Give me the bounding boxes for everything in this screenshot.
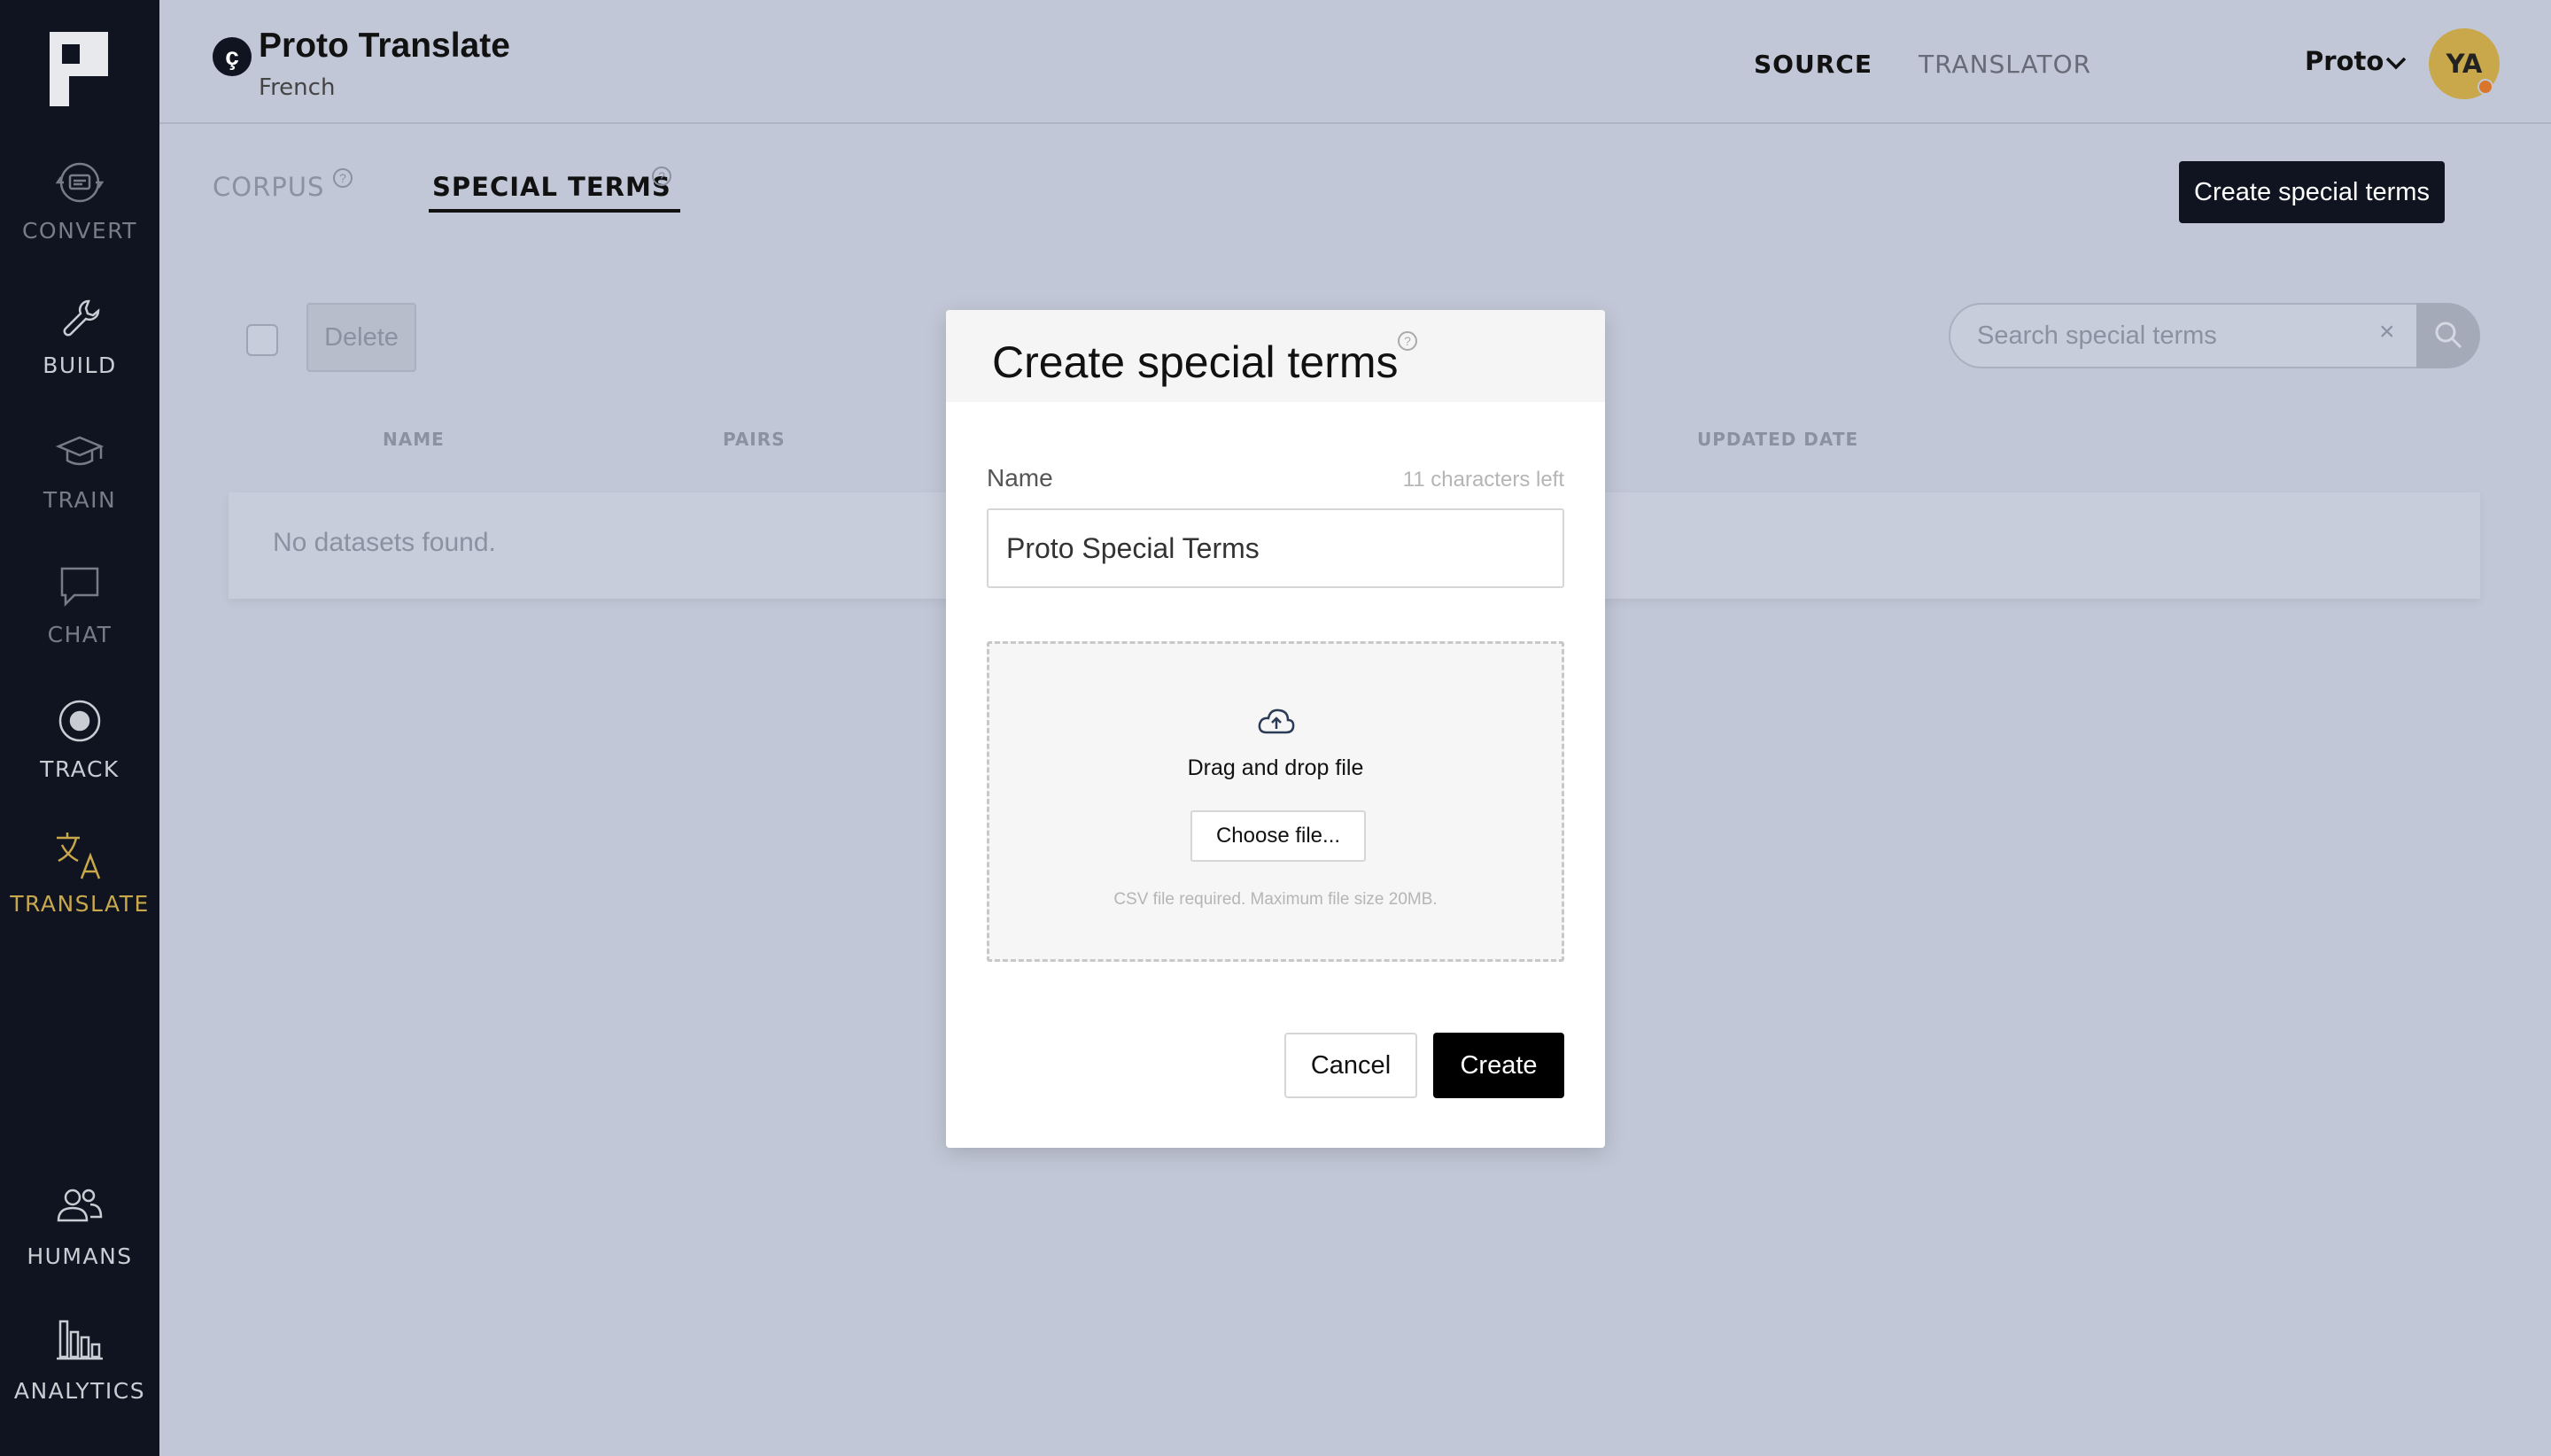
chat-bubble-icon bbox=[60, 567, 99, 608]
file-requirements-hint: CSV file required. Maximum file size 20M… bbox=[1113, 890, 1438, 909]
translate-icon bbox=[57, 833, 101, 879]
top-header: ç Proto Translate French SOURCE TRANSLAT… bbox=[159, 0, 2551, 124]
cloud-upload-icon bbox=[1258, 709, 1295, 734]
sidebar-item-label: TRACK bbox=[40, 756, 120, 782]
tab-corpus[interactable]: CORPUS bbox=[213, 172, 324, 202]
delete-button[interactable]: Delete bbox=[306, 303, 416, 372]
sidebar-item-label: BUILD bbox=[43, 352, 117, 378]
graduation-cap-icon bbox=[55, 436, 105, 466]
choose-file-button[interactable]: Choose file... bbox=[1190, 810, 1366, 862]
sidebar-item-chat[interactable]: CHAT bbox=[0, 561, 159, 668]
tab-source[interactable]: SOURCE bbox=[1754, 50, 1873, 79]
search-box bbox=[1949, 303, 2418, 368]
chevron-down-icon[interactable] bbox=[2383, 50, 2409, 76]
sidebar-item-convert[interactable]: CONVERT bbox=[0, 158, 159, 264]
sidebar-item-analytics[interactable]: ANALYTICS bbox=[0, 1318, 159, 1424]
sidebar-item-label: ANALYTICS bbox=[13, 1378, 146, 1404]
sidebar-item-label: CHAT bbox=[47, 622, 112, 647]
bar-chart-icon bbox=[57, 1320, 103, 1360]
column-header-updated-date[interactable]: UPDATED DATE bbox=[1697, 429, 1858, 450]
sidebar-item-label: HUMANS bbox=[27, 1243, 133, 1269]
active-tab-underline bbox=[429, 209, 680, 213]
empty-state-message: No datasets found. bbox=[273, 528, 496, 557]
sidebar-item-translate[interactable]: TRANSLATE bbox=[0, 831, 159, 937]
app-badge-icon: ç bbox=[213, 37, 252, 76]
sidebar-item-label: TRANSLATE bbox=[10, 891, 150, 917]
create-button[interactable]: Create bbox=[1433, 1033, 1564, 1098]
status-dot-icon bbox=[2477, 79, 2493, 95]
tab-translator[interactable]: TRANSLATOR bbox=[1919, 50, 2091, 79]
help-icon[interactable]: ? bbox=[333, 168, 353, 188]
create-special-terms-button[interactable]: Create special terms bbox=[2179, 161, 2445, 223]
app-logo-icon[interactable] bbox=[50, 32, 108, 106]
help-icon[interactable]: ? bbox=[1398, 331, 1417, 351]
drop-instructions: Drag and drop file bbox=[1187, 755, 1364, 780]
sidebar-item-humans[interactable]: HUMANS bbox=[0, 1183, 159, 1289]
sidebar-item-track[interactable]: TRACK bbox=[0, 696, 159, 802]
search-icon bbox=[2435, 321, 2462, 349]
sidebar: CONVERT BUILD TRAIN CHAT TRACK TRANSLATE… bbox=[0, 0, 159, 1456]
sidebar-item-label: CONVERT bbox=[21, 218, 138, 244]
modal-header: Create special terms ? bbox=[946, 310, 1605, 402]
convert-icon bbox=[55, 162, 105, 203]
characters-left-counter: 11 characters left bbox=[1402, 468, 1564, 492]
cancel-button[interactable]: Cancel bbox=[1284, 1033, 1417, 1098]
modal-title: Create special terms bbox=[992, 337, 1399, 387]
name-input[interactable] bbox=[987, 508, 1564, 588]
app-language: French bbox=[259, 74, 336, 101]
sidebar-item-build[interactable]: BUILD bbox=[0, 292, 159, 399]
column-header-name[interactable]: NAME bbox=[383, 429, 445, 450]
wrench-icon bbox=[63, 299, 100, 337]
search-button[interactable] bbox=[2416, 303, 2480, 368]
name-field-label: Name bbox=[987, 464, 1053, 492]
workspace-selector[interactable]: Proto bbox=[2305, 46, 2384, 76]
help-icon[interactable]: ? bbox=[652, 167, 671, 186]
target-icon bbox=[58, 700, 101, 742]
column-header-pairs[interactable]: PAIRS bbox=[723, 429, 786, 450]
file-dropzone[interactable]: Drag and drop file Choose file... CSV fi… bbox=[987, 641, 1564, 962]
clear-search-icon[interactable]: × bbox=[2379, 317, 2395, 347]
app-title: Proto Translate bbox=[259, 27, 510, 65]
people-icon bbox=[57, 1189, 103, 1222]
search-input[interactable] bbox=[1977, 305, 2367, 367]
sidebar-item-train[interactable]: TRAIN bbox=[0, 427, 159, 533]
create-special-terms-modal: Create special terms ? Name 11 character… bbox=[946, 310, 1605, 1148]
select-all-checkbox[interactable] bbox=[246, 324, 278, 356]
sidebar-item-label: TRAIN bbox=[43, 487, 117, 513]
tab-special-terms[interactable]: SPECIAL TERMS bbox=[432, 172, 671, 202]
